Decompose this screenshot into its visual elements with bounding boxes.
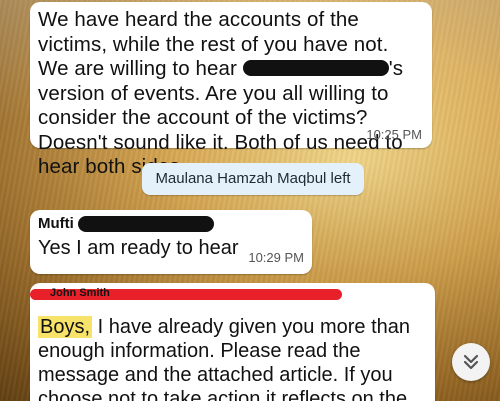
scroll-to-bottom-button[interactable] — [452, 343, 490, 381]
redacted-name — [242, 60, 389, 76]
sender-name: Mufti — [38, 215, 304, 232]
overlay-name-label: John Smith — [50, 287, 110, 299]
message-time: 10:29 PM — [248, 250, 304, 265]
message-time: 10:25 PM — [366, 127, 422, 142]
message-text: Boys, I have already given you more than… — [38, 315, 428, 401]
message-text: We have heard the accounts of the victim… — [38, 8, 422, 180]
message-text-part: I have already given you more than enoug… — [38, 316, 410, 401]
message-bubble[interactable]: We have heard the accounts of the victim… — [30, 2, 432, 178]
highlighted-word: Boys, — [38, 316, 93, 338]
system-notice: Maulana Hamzah Maqbul left — [142, 163, 364, 195]
chevron-double-down-icon — [463, 354, 479, 370]
message-bubble[interactable]: Mufti Yes I am ready to hear 10:29 PM — [30, 210, 312, 274]
redacted-name — [77, 215, 214, 232]
sender-prefix: Mufti — [38, 215, 74, 232]
message-bubble[interactable]: John Smith Boys, I have already given yo… — [30, 283, 435, 401]
